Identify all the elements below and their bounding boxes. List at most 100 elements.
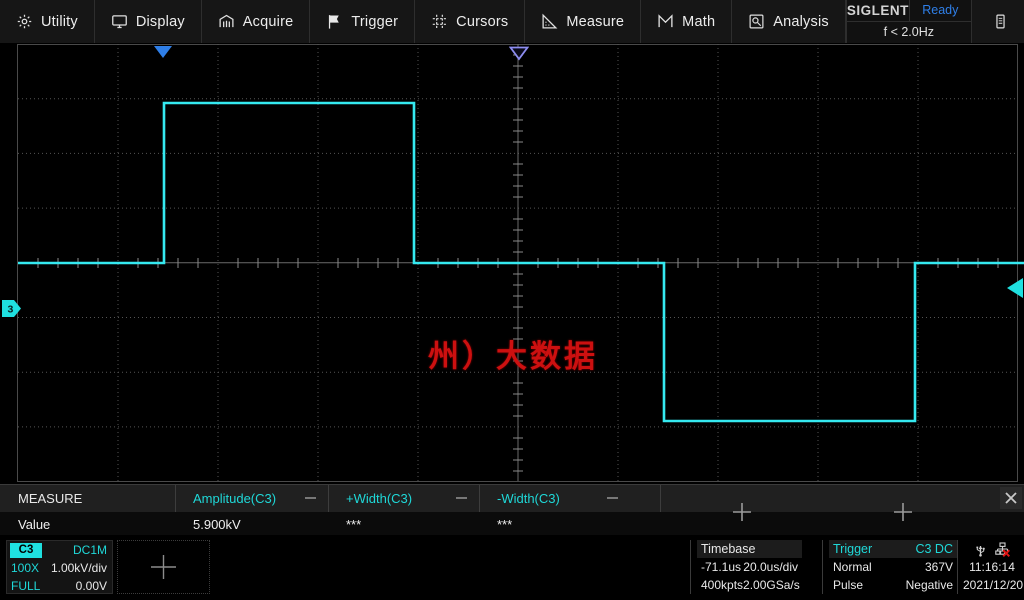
menu-item-label: Acquire <box>242 13 294 30</box>
measure-column-name: Amplitude(C3) <box>193 491 277 506</box>
analysis-icon <box>749 14 764 29</box>
channel-marker-label: 3 <box>8 304 14 316</box>
measure-title-cell: MEASURE <box>0 485 175 512</box>
trigger-slope: Negative <box>905 578 953 592</box>
measure-column-1-header[interactable]: +Width(C3) <box>328 485 479 512</box>
menu-item-label: Utility <box>41 13 78 30</box>
measure-column-0-header[interactable]: Amplitude(C3) <box>175 485 328 512</box>
clipboard-icon <box>996 14 1005 29</box>
channel-coupling: DC1M <box>72 543 107 557</box>
run-status-badge[interactable]: Ready <box>908 0 971 21</box>
menu-item-acquire[interactable]: Acquire <box>202 0 311 43</box>
trigger-level-marker[interactable] <box>1006 278 1024 298</box>
trigger-info-box[interactable]: Trigger C3 DC Normal 367V Pulse Negative <box>829 540 957 594</box>
trigger-row-2: Pulse Negative <box>829 576 957 594</box>
channel-scale-row: 100X 1.00kV/div <box>7 559 112 577</box>
flag-icon <box>329 15 340 29</box>
bottom-divider <box>957 540 958 594</box>
measure-value-text: 5.900kV <box>193 516 241 532</box>
channel-ground-marker[interactable]: 3 <box>2 300 22 317</box>
toggle-placeholder-box[interactable] <box>117 540 210 594</box>
system-date: 2021/12/20 <box>963 578 1024 592</box>
measure-value-row: Value 5.900kV *** *** <box>0 512 1024 536</box>
system-time: 11:16:14 <box>969 560 1015 574</box>
measure-column-name: -Width(C3) <box>497 491 560 506</box>
frequency-readout: f < 2.0Hz <box>883 25 934 39</box>
menu-item-trigger[interactable]: Trigger <box>310 0 416 43</box>
monitor-icon <box>111 15 127 29</box>
menu-item-label: Trigger <box>351 13 399 30</box>
crosshatch-icon <box>432 14 447 29</box>
timebase-sample-rate: 2.00GSa/s <box>743 578 800 592</box>
remove-measure-icon[interactable] <box>456 497 467 499</box>
measure-title: MEASURE <box>18 491 83 506</box>
measure-divider <box>479 485 480 512</box>
ruler-icon <box>542 13 558 29</box>
channel-volts-per-div: 1.00kV/div <box>50 561 107 575</box>
timebase-header: Timebase <box>697 540 802 558</box>
menu-item-display[interactable]: Display <box>95 0 202 43</box>
trigger-header: Trigger C3 DC <box>829 540 957 558</box>
menu-item-label: Math <box>682 13 716 30</box>
timebase-info-box[interactable]: Timebase -71.1us 20.0us/div 400kpts 2.00… <box>697 540 802 594</box>
close-measure-panel-button[interactable] <box>1000 487 1022 509</box>
trigger-mode: Normal <box>833 560 872 574</box>
trigger-delay-marker[interactable] <box>153 46 173 59</box>
timebase-title: Timebase <box>701 542 756 556</box>
channel-tag[interactable]: C3 <box>10 542 42 558</box>
menu-item-label: Measure <box>566 13 625 30</box>
bottom-status-bar: C3 DC1M 100X 1.00kV/div FULL 0.00V Timeb… <box>0 535 1024 600</box>
menu-item-measure[interactable]: Measure <box>525 0 642 43</box>
remove-measure-icon[interactable] <box>305 497 316 499</box>
cursors-panel-button[interactable]: CURSORS <box>972 0 1024 43</box>
measure-column-2-header[interactable]: -Width(C3) <box>479 485 630 512</box>
system-info-box: 11:16:14 2021/12/20 <box>963 540 1024 594</box>
gear-icon <box>17 14 32 29</box>
timebase-memory-depth: 400kpts <box>701 578 744 592</box>
menu-item-cursors[interactable]: Cursors <box>415 0 526 43</box>
measure-header-row: MEASURE Amplitude(C3) +Width(C3) -Width(… <box>0 485 1024 512</box>
bottom-divider <box>690 540 691 594</box>
add-channel-icon <box>151 555 176 579</box>
channel-header-row: C3 DC1M <box>7 541 112 559</box>
channel-info-box[interactable]: C3 DC1M 100X 1.00kV/div FULL 0.00V <box>6 540 113 594</box>
menu-item-label: Analysis <box>773 13 829 30</box>
trigger-row-1: Normal 367V <box>829 558 957 576</box>
measure-divider <box>175 485 176 512</box>
brand-label: SIGLENT <box>846 3 909 18</box>
measure-value-1: *** <box>328 512 479 536</box>
add-measure-button-1[interactable] <box>729 499 755 525</box>
status-top-row: SIGLENT Ready <box>846 0 971 22</box>
measure-value-2: *** <box>479 512 630 536</box>
menu-item-label: Display <box>135 13 185 30</box>
measure-divider <box>328 485 329 512</box>
remove-measure-icon[interactable] <box>607 497 618 499</box>
usb-icon[interactable] <box>975 542 986 557</box>
timebase-delay: -71.1us <box>701 560 742 574</box>
trigger-position-marker[interactable] <box>509 46 529 61</box>
trigger-type: Pulse <box>833 578 864 592</box>
channel-bandwidth: FULL <box>11 579 41 593</box>
measure-value-text: *** <box>497 516 513 532</box>
add-measure-button-2[interactable] <box>890 499 916 525</box>
trigger-source: C3 DC <box>915 542 953 556</box>
measure-column-name: +Width(C3) <box>346 491 413 506</box>
timebase-scale: 20.0us/div <box>743 560 798 574</box>
menu-item-utility[interactable]: Utility <box>0 0 95 43</box>
measure-panel: MEASURE Amplitude(C3) +Width(C3) -Width(… <box>0 484 1024 536</box>
measure-divider <box>660 485 661 512</box>
menu-item-math[interactable]: Math <box>641 0 733 43</box>
channel-offset: 0.00V <box>75 579 107 593</box>
math-icon <box>658 14 673 28</box>
measure-value-0: 5.900kV <box>175 512 328 536</box>
menu-item-label: Cursors <box>456 13 509 30</box>
waveform-plot-area[interactable]: 州）大数据 3 <box>0 44 1024 484</box>
measure-value-label: Value <box>18 516 51 532</box>
menu-item-analysis[interactable]: Analysis <box>732 0 846 43</box>
timebase-row-1: -71.1us 20.0us/div <box>697 558 802 576</box>
channel-probe-ratio: 100X <box>11 561 40 575</box>
lan-disconnected-icon[interactable] <box>994 541 1010 557</box>
acquire-icon <box>219 14 234 28</box>
trigger-level: 367V <box>924 560 953 574</box>
measure-value-label-cell: Value <box>0 512 175 536</box>
